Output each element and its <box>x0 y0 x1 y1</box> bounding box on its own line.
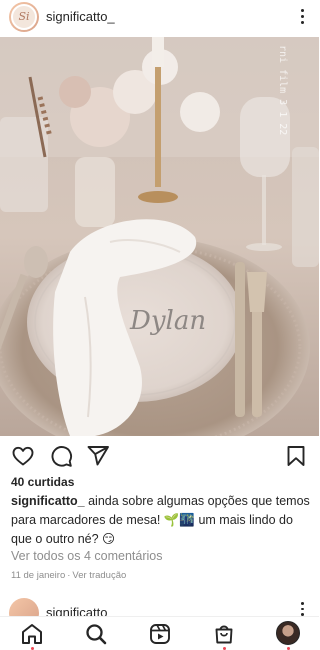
caption-username[interactable]: significatto_ <box>11 494 85 508</box>
heart-icon[interactable] <box>11 444 35 468</box>
next-post-username[interactable]: significatto_ <box>46 605 115 616</box>
next-post-avatar[interactable] <box>9 598 39 616</box>
shop-icon[interactable] <box>212 622 236 646</box>
next-kebab-menu-icon[interactable] <box>301 602 305 616</box>
translate-link[interactable]: Ver tradução <box>72 570 126 581</box>
bookmark-icon[interactable] <box>284 444 308 468</box>
table-setting-photo: Dylan rni film 3 1 22 <box>0 37 319 436</box>
post-photo[interactable]: Dylan rni film 3 1 22 <box>0 37 319 436</box>
action-bar <box>0 444 319 468</box>
photo-watermark: rni film 3 1 22 <box>277 45 288 135</box>
profile-avatar[interactable] <box>276 621 300 645</box>
next-post-header: significatto_ <box>0 598 319 616</box>
post-meta: 11 de janeiro · Ver tradução <box>11 570 126 581</box>
place-card-name: Dylan <box>129 306 206 336</box>
avatar[interactable]: Si <box>9 1 39 32</box>
post-date: 11 de janeiro <box>11 570 66 581</box>
reels-icon[interactable] <box>148 622 172 646</box>
view-comments-link[interactable]: Ver todos os 4 comentários <box>11 549 162 563</box>
home-icon[interactable] <box>20 622 44 646</box>
bottom-navigation <box>0 616 319 650</box>
post-header: Si significatto_ <box>0 0 319 33</box>
search-icon[interactable] <box>84 622 108 646</box>
post-username[interactable]: significatto_ <box>46 9 293 24</box>
caption: significatto_ ainda sobre algumas opções… <box>11 492 311 549</box>
send-icon[interactable] <box>86 444 110 468</box>
avatar-logo: Si <box>11 3 37 30</box>
meta-separator: · <box>67 570 71 581</box>
kebab-menu-icon[interactable] <box>293 7 311 27</box>
comment-icon[interactable] <box>49 444 73 468</box>
likes-count[interactable]: 40 curtidas <box>11 475 74 489</box>
